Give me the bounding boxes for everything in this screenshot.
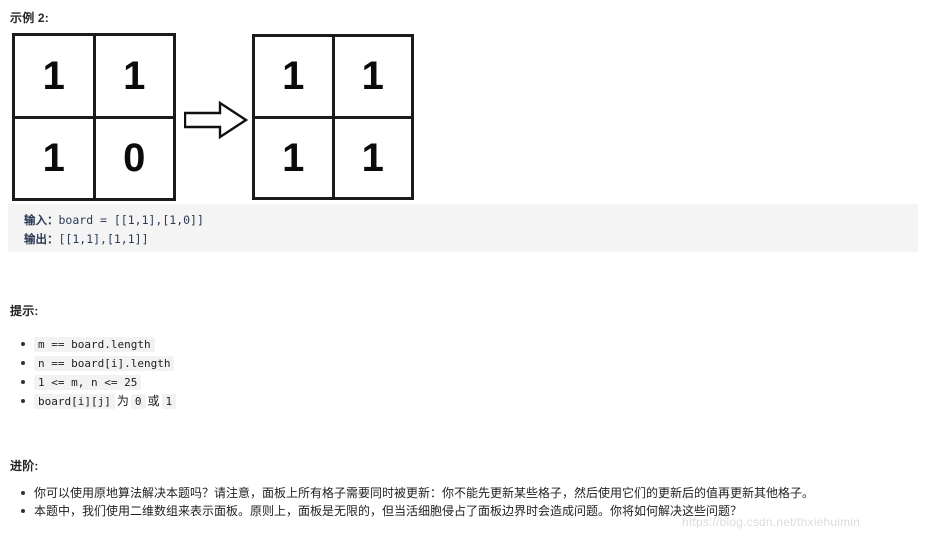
hints-list: m == board.length n == board[i].length 1… <box>0 335 177 411</box>
advanced-section-title: 进阶: <box>10 459 39 473</box>
code-line-output: 输出：[[1,1],[1,1]] <box>24 230 918 249</box>
code-line-input: 输入：board = [[1,1],[1,0]] <box>24 211 918 230</box>
hint-code-value-one: 1 <box>161 394 177 409</box>
board-cell: 1 <box>15 118 93 198</box>
hint-text: 或 <box>147 394 160 408</box>
hints-section-title: 提示: <box>10 304 39 318</box>
right-arrow-outline-icon <box>184 100 248 140</box>
input-value: board = [[1,1],[1,0]] <box>58 213 204 227</box>
hint-code: n == board[i].length <box>34 356 175 371</box>
advanced-list: 你可以使用原地算法解决本题吗？请注意，面板上所有格子需要同时被更新：你不能先更新… <box>0 484 928 520</box>
board-cell: 1 <box>15 36 93 116</box>
list-item: 你可以使用原地算法解决本题吗？请注意，面板上所有格子需要同时被更新：你不能先更新… <box>21 484 928 502</box>
hint-code: 1 <= m, n <= 25 <box>34 375 142 390</box>
hint-code-value-zero: 0 <box>130 394 146 409</box>
list-item: 本题中，我们使用二维数组来表示面板。原则上，面板是无限的，但当活细胞侵占了面板边… <box>21 502 928 520</box>
input-board-grid: 1 1 1 0 <box>12 33 176 201</box>
board-cell: 1 <box>334 37 411 116</box>
list-item: n == board[i].length <box>20 354 176 373</box>
list-item: m == board.length <box>20 335 176 354</box>
output-label: 输出： <box>24 234 59 246</box>
example-code-block: 输入：board = [[1,1],[1,0]] 输出：[[1,1],[1,1]… <box>8 204 918 252</box>
board-cell: 1 <box>95 36 173 116</box>
hint-code: board[i][j] <box>34 394 115 409</box>
list-item: 1 <= m, n <= 25 <box>20 373 176 392</box>
hint-text: 为 <box>116 394 129 408</box>
list-item: board[i][j] 为 0 或 1 <box>20 392 177 411</box>
board-cell: 1 <box>255 118 332 197</box>
output-board-grid: 1 1 1 1 <box>252 34 414 200</box>
input-label: 输入： <box>24 215 59 227</box>
example-section-title: 示例 2: <box>10 11 50 25</box>
output-value: [[1,1],[1,1]] <box>58 232 149 246</box>
hint-code: m == board.length <box>34 337 155 352</box>
board-cell: 0 <box>95 118 173 198</box>
board-cell: 1 <box>255 37 332 116</box>
board-cell: 1 <box>334 118 411 197</box>
